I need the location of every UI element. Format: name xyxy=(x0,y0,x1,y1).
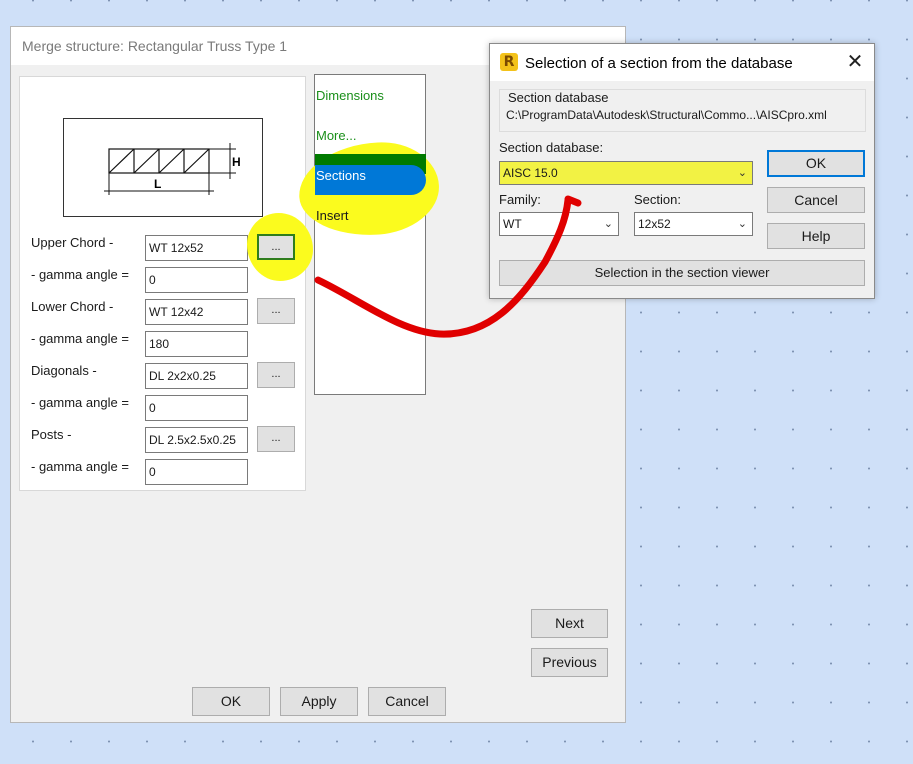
red-arrow-annotation xyxy=(314,195,582,338)
arrow-head xyxy=(564,195,582,207)
arrow-stroke xyxy=(314,196,572,338)
